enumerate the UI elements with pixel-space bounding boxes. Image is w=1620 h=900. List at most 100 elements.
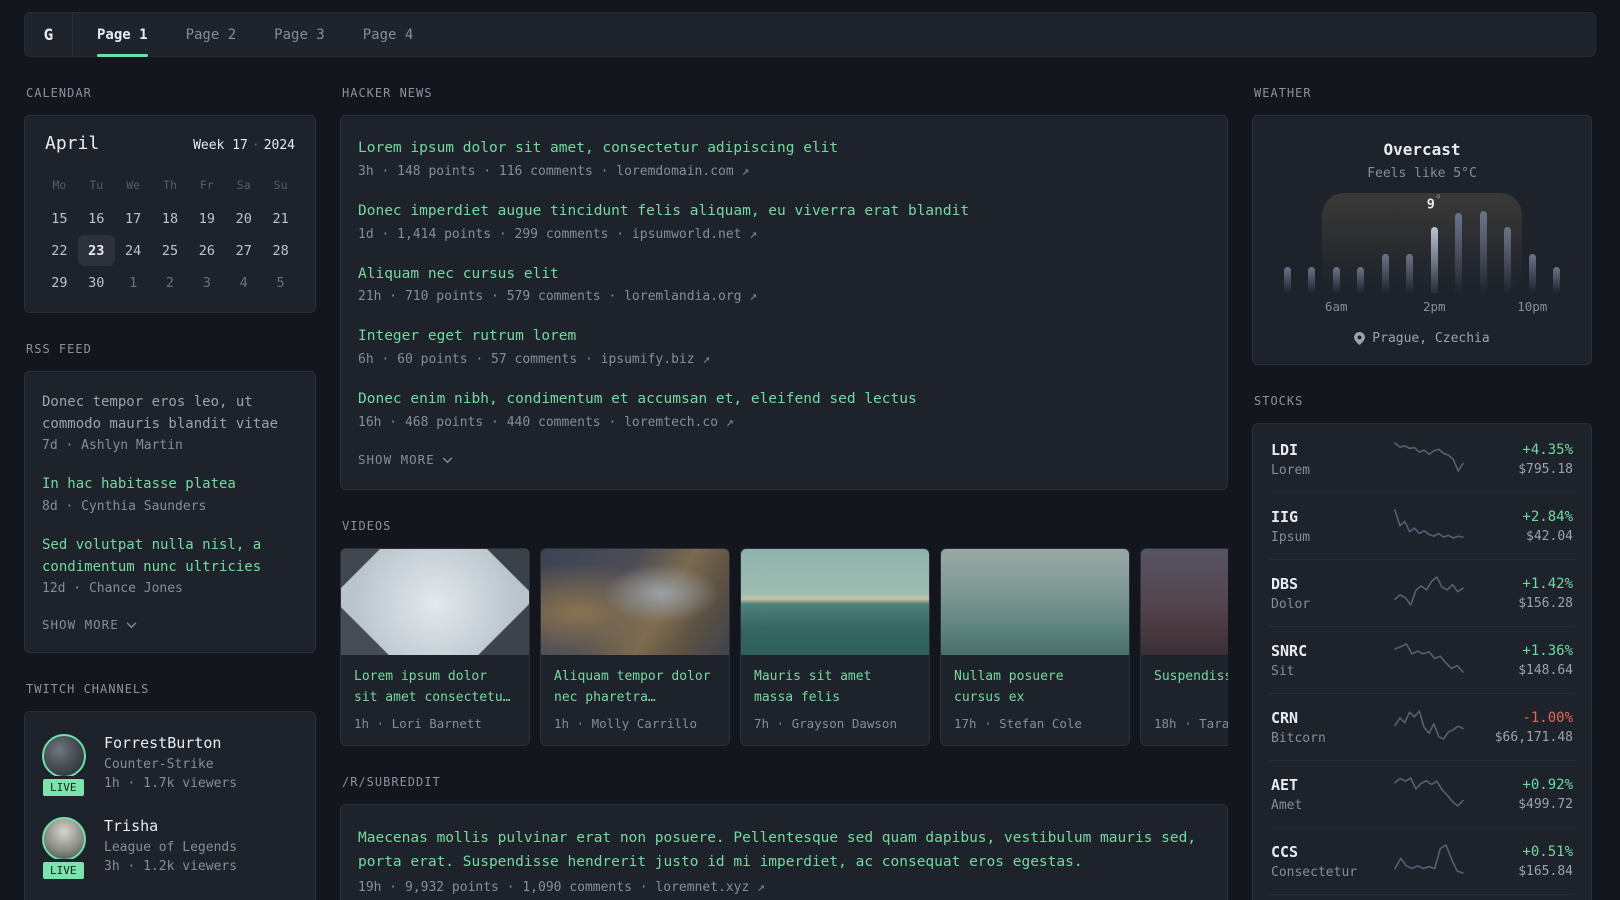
- middle-column: HACKER NEWS Lorem ipsum dolor sit amet, …: [340, 57, 1228, 900]
- hackernews-item[interactable]: Donec imperdiet augue tincidunt felis al…: [358, 201, 1210, 242]
- weather-bar: [1283, 266, 1291, 293]
- rss-item-title[interactable]: Sed volutpat nulla nisl, a condimentum n…: [42, 535, 298, 578]
- stock-price: $148.64: [1518, 662, 1573, 678]
- twitch-channels-widget: LIVE ForrestBurton Counter-Strike 1h · 1…: [24, 711, 316, 900]
- stocks-section-title: STOCKS: [1254, 394, 1304, 408]
- page-tab[interactable]: Page 3: [274, 13, 325, 56]
- stock-price: $66,171.48: [1494, 729, 1573, 745]
- rss-feed-widget: Donec tempor eros leo, ut commodo mauris…: [24, 371, 316, 654]
- reddit-post[interactable]: Maecenas mollis pulvinar erat non posuer…: [358, 827, 1210, 895]
- weather-bar-cell: [1520, 211, 1545, 293]
- calendar-day[interactable]: 20: [225, 203, 262, 234]
- calendar-day[interactable]: 1: [115, 267, 152, 298]
- video-card[interactable]: Aliquam tempor dolor nec pharetra… 1h · …: [540, 547, 730, 746]
- video-meta: 18h · Tara: [1154, 715, 1228, 731]
- calendar-section-title: CALENDAR: [26, 86, 92, 100]
- calendar-day[interactable]: 30: [78, 267, 115, 298]
- calendar-day[interactable]: 22: [41, 235, 78, 266]
- stock-name: Dolor: [1271, 596, 1311, 612]
- twitch-channel-name[interactable]: Trisha: [104, 817, 237, 835]
- twitch-channel-meta: 1h · 1.7k viewers: [104, 776, 238, 792]
- twitch-channel-row[interactable]: LIVE Trisha League of Legends 3h · 1.2k …: [40, 817, 298, 883]
- calendar-weekday: Tu: [89, 178, 104, 192]
- calendar-day[interactable]: 2: [152, 267, 189, 298]
- rss-item-title[interactable]: In hac habitasse platea: [42, 474, 298, 496]
- rss-item[interactable]: Sed volutpat nulla nisl, a condimentum n…: [42, 535, 298, 596]
- rss-item[interactable]: In hac habitasse platea 8d · Cynthia Sau…: [42, 474, 298, 514]
- hackernews-item-title[interactable]: Integer eget rutrum lorem: [358, 326, 1210, 348]
- hackernews-item-title[interactable]: Lorem ipsum dolor sit amet, consectetur …: [358, 138, 1210, 160]
- calendar-day-selected[interactable]: 23: [77, 235, 115, 266]
- stock-row[interactable]: AET Amet +0.92% $499.72: [1269, 760, 1575, 827]
- stock-sparkline-cell: [1393, 707, 1465, 747]
- stock-row[interactable]: AHS +0.46%: [1269, 894, 1575, 900]
- video-title[interactable]: Mauris sit amet massa felis: [754, 667, 916, 709]
- video-card[interactable]: Suspendisse diam 18h · Tara: [1140, 547, 1228, 746]
- stock-row[interactable]: CCS Consectetur +0.51% $165.84: [1269, 827, 1575, 894]
- calendar-day[interactable]: 29: [41, 267, 78, 298]
- calendar-header: April Week 17 · 2024: [41, 133, 299, 154]
- weather-bar-cell: [1275, 211, 1300, 293]
- hackernews-item[interactable]: Aliquam nec cursus elit 21h · 710 points…: [358, 264, 1210, 305]
- calendar-day[interactable]: 18: [152, 203, 189, 234]
- calendar-day[interactable]: 16: [78, 203, 115, 234]
- weather-location: Prague, Czechia: [1372, 331, 1490, 346]
- calendar-day[interactable]: 21: [262, 203, 299, 234]
- weather-bar-cell: [1300, 211, 1325, 293]
- page-tab[interactable]: Page 4: [363, 13, 414, 56]
- rss-show-more-button[interactable]: SHOW MORE: [42, 617, 298, 632]
- video-card[interactable]: Lorem ipsum dolor sit amet consectetu… 1…: [340, 547, 530, 746]
- calendar-day[interactable]: 27: [225, 235, 262, 266]
- stock-rows: LDI Lorem +4.35% $795.18 IIG Ipsum +2.84…: [1269, 426, 1575, 900]
- video-card[interactable]: Mauris sit amet massa felis 7h · Grayson…: [740, 547, 930, 746]
- twitch-channel-name[interactable]: ForrestBurton: [104, 734, 237, 752]
- rss-item-title[interactable]: Donec tempor eros leo, ut commodo mauris…: [42, 392, 298, 435]
- hackernews-item[interactable]: Lorem ipsum dolor sit amet, consectetur …: [358, 138, 1210, 179]
- calendar-day[interactable]: 3: [188, 267, 225, 298]
- weather-condition: Overcast: [1383, 140, 1461, 159]
- weather-bar-cell: [1496, 211, 1521, 293]
- hackernews-item-meta: 1d · 1,414 points · 299 comments · ipsum…: [358, 226, 758, 242]
- stock-row[interactable]: SNRC Sit +1.36% $148.64: [1269, 626, 1575, 693]
- reddit-post-title[interactable]: Maecenas mollis pulvinar erat non posuer…: [358, 827, 1210, 875]
- hackernews-item-title[interactable]: Aliquam nec cursus elit: [358, 264, 1210, 286]
- calendar-day[interactable]: 26: [188, 235, 225, 266]
- calendar-day[interactable]: 15: [41, 203, 78, 234]
- stock-row[interactable]: DBS Dolor +1.42% $156.28: [1269, 559, 1575, 626]
- calendar-day[interactable]: 25: [152, 235, 189, 266]
- calendar-day[interactable]: 28: [262, 235, 299, 266]
- hackernews-item-title[interactable]: Donec enim nibh, condimentum et accumsan…: [358, 389, 1210, 411]
- stock-symbol: DBS: [1271, 574, 1299, 593]
- calendar-grid: Mo Tu We Th Fr Sa Su 15 16 17 18 19 20 21 22 23 24 25 26 27…: [41, 172, 299, 298]
- calendar-day[interactable]: 5: [262, 267, 299, 298]
- calendar-day[interactable]: 4: [225, 267, 262, 298]
- video-thumbnail: [941, 548, 1129, 655]
- calendar-day[interactable]: 19: [188, 203, 225, 234]
- hackernews-item-title[interactable]: Donec imperdiet augue tincidunt felis al…: [358, 201, 1210, 223]
- video-title[interactable]: Aliquam tempor dolor nec pharetra…: [554, 667, 716, 709]
- hackernews-item[interactable]: Integer eget rutrum lorem 6h · 60 points…: [358, 326, 1210, 367]
- stock-sparkline-cell: [1393, 774, 1465, 814]
- stock-price: $165.84: [1518, 863, 1573, 879]
- video-title[interactable]: Nullam posuere cursus ex: [954, 667, 1116, 709]
- page-tab[interactable]: Page 2: [186, 13, 237, 56]
- weather-bar-current: [1430, 227, 1438, 293]
- hackernews-item[interactable]: Donec enim nibh, condimentum et accumsan…: [358, 389, 1210, 430]
- weather-bar-cell: [1471, 211, 1496, 293]
- rss-item[interactable]: Donec tempor eros leo, ut commodo mauris…: [42, 392, 298, 453]
- avatar: [42, 734, 86, 779]
- calendar-day[interactable]: 17: [115, 203, 152, 234]
- video-title[interactable]: Lorem ipsum dolor sit amet consectetu…: [354, 667, 516, 709]
- twitch-channel-row[interactable]: LIVE ForrestBurton Counter-Strike 1h · 1…: [40, 734, 298, 800]
- video-title[interactable]: Suspendisse diam: [1154, 667, 1228, 709]
- page-tab-label: Page 4: [362, 26, 414, 43]
- stock-sparkline: [1394, 710, 1464, 740]
- page-tab[interactable]: Page 1: [97, 13, 148, 57]
- left-column: CALENDAR April Week 17 · 2024 Mo Tu We Th Fr Sa…: [24, 57, 316, 900]
- stock-row[interactable]: CRN Bitcorn -1.00% $66,171.48: [1269, 693, 1575, 760]
- stock-row[interactable]: IIG Ipsum +2.84% $42.04: [1269, 492, 1575, 559]
- stock-row[interactable]: LDI Lorem +4.35% $795.18: [1269, 426, 1575, 492]
- calendar-day[interactable]: 24: [115, 235, 152, 266]
- hackernews-show-more-button[interactable]: SHOW MORE: [358, 452, 1210, 467]
- video-card[interactable]: Nullam posuere cursus ex 17h · Stefan Co…: [940, 547, 1130, 746]
